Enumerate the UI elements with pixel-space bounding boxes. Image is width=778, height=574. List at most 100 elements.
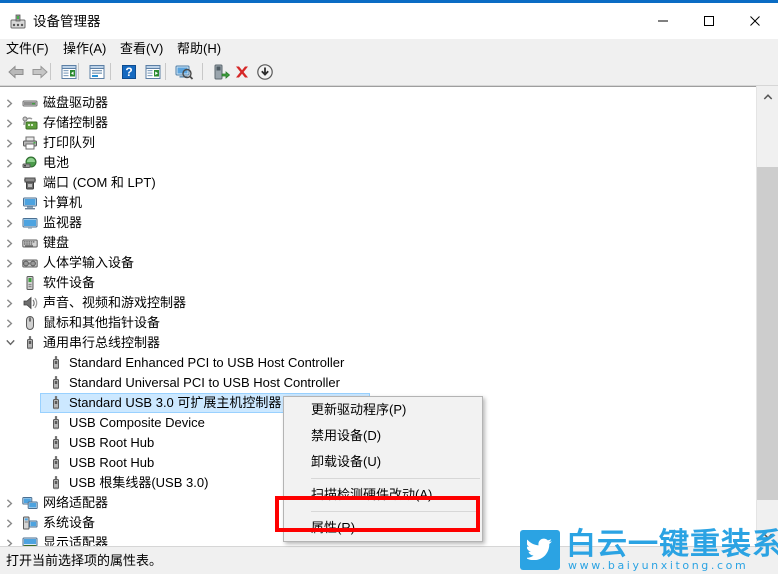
context-menu[interactable]: 更新驱动程序(P) 禁用设备(D) 卸载设备(U) 扫描检测硬件改动(A) 属性(R) <box>283 396 483 542</box>
menu-bar: 文件(F) 操作(A) 查看(V) 帮助(H) <box>0 39 778 59</box>
device-manager-window: 设备管理器 文件(F) 操作(A) 查看(V) 帮助(H) ? 磁盘驱动器 存储… <box>0 0 778 574</box>
window-title: 设备管理器 <box>33 14 101 29</box>
maximize-button[interactable] <box>686 6 732 36</box>
properties-button[interactable] <box>86 61 108 83</box>
usb-device-icon <box>48 455 64 471</box>
context-menu-item-1[interactable]: 禁用设备(D) <box>284 423 482 449</box>
port-icon <box>22 175 38 191</box>
menu-item-2[interactable]: 查看(V) <box>116 39 167 59</box>
scan-hardware-changes-button[interactable] <box>173 61 195 83</box>
tree-item-label: 软件设备 <box>43 275 96 290</box>
tree-item-label: 人体学输入设备 <box>43 255 135 270</box>
help-button[interactable]: ? <box>118 61 140 83</box>
disable-device-icon <box>257 64 273 80</box>
chevron-right-icon[interactable] <box>2 133 18 153</box>
scrollbar-thumb[interactable] <box>757 167 778 500</box>
context-menu-item-4[interactable]: 属性(R) <box>284 515 482 541</box>
chevron-right-icon[interactable] <box>2 193 18 213</box>
chevron-right-icon[interactable] <box>2 233 18 253</box>
minimize-button[interactable] <box>640 6 686 36</box>
tree-item-3[interactable]: 电池 <box>0 153 756 173</box>
scroll-up-button[interactable] <box>757 86 778 107</box>
action-menu-button[interactable] <box>142 61 164 83</box>
tree-item-label: 磁盘驱动器 <box>43 95 109 110</box>
chevron-right-icon[interactable] <box>2 493 18 513</box>
show-hide-console-tree-button[interactable] <box>58 61 80 83</box>
tree-item-label: USB Composite Device <box>69 415 205 430</box>
tree-item-11[interactable]: 鼠标和其他指针设备 <box>0 313 756 333</box>
chevron-right-icon[interactable] <box>2 173 18 193</box>
title-bar: 设备管理器 <box>0 3 778 39</box>
toolbar-separator <box>110 63 111 80</box>
chevron-right-icon[interactable] <box>2 113 18 133</box>
tree-item-5[interactable]: 计算机 <box>0 193 756 213</box>
tree-item-10[interactable]: 声音、视频和游戏控制器 <box>0 293 756 313</box>
chevron-right-icon[interactable] <box>2 213 18 233</box>
tree-item-0[interactable]: 磁盘驱动器 <box>0 93 756 113</box>
menu-item-3[interactable]: 帮助(H) <box>173 39 225 59</box>
tree-item-label: 存储控制器 <box>43 115 109 130</box>
chevron-right-icon[interactable] <box>2 533 18 546</box>
context-menu-item-0[interactable]: 更新驱动程序(P) <box>284 397 482 423</box>
mouse-icon <box>22 315 38 331</box>
tree-item-7[interactable]: 键盘 <box>0 233 756 253</box>
tree-item-8[interactable]: 人体学输入设备 <box>0 253 756 273</box>
tree-item-label: 通用串行总线控制器 <box>43 335 161 350</box>
context-menu-item-2[interactable]: 卸载设备(U) <box>284 449 482 475</box>
usb-device-icon <box>48 395 64 411</box>
tree-item-label: 系统设备 <box>43 515 96 530</box>
watermark-brand: 白云一键重装系统 <box>566 527 778 562</box>
update-driver-icon <box>214 64 231 80</box>
menu-item-0[interactable]: 文件(F) <box>2 39 53 59</box>
tree-item-label: 键盘 <box>43 235 70 250</box>
tree-item-13[interactable]: Standard Enhanced PCI to USB Host Contro… <box>0 353 756 373</box>
tree-item-label: 鼠标和其他指针设备 <box>43 315 161 330</box>
chevron-up-icon <box>763 93 772 100</box>
tree-item-12[interactable]: 通用串行总线控制器 <box>0 333 756 353</box>
tree-item-label: 电池 <box>43 155 70 170</box>
context-menu-item-3[interactable]: 扫描检测硬件改动(A) <box>284 482 482 508</box>
bird-logo-icon <box>525 538 553 565</box>
properties-icon <box>89 65 105 79</box>
scrollbar-track[interactable] <box>757 107 778 525</box>
tree-item-label: 网络适配器 <box>43 495 109 510</box>
chevron-right-icon[interactable] <box>2 313 18 333</box>
chevron-right-icon[interactable] <box>2 273 18 293</box>
tree-item-1[interactable]: 存储控制器 <box>0 113 756 133</box>
show-hide-console-tree-icon <box>61 65 77 79</box>
status-text: 打开当前选择项的属性表。 <box>6 553 163 568</box>
back-button[interactable] <box>5 61 27 83</box>
tree-item-label: Standard Enhanced PCI to USB Host Contro… <box>69 355 345 370</box>
chevron-right-icon[interactable] <box>2 293 18 313</box>
hid-icon <box>22 255 38 271</box>
uninstall-device-button[interactable] <box>231 61 253 83</box>
tree-item-2[interactable]: 打印队列 <box>0 133 756 153</box>
tree-item-4[interactable]: 端口 (COM 和 LPT) <box>0 173 756 193</box>
vertical-scrollbar[interactable] <box>756 86 778 546</box>
computer-icon <box>22 195 38 211</box>
menu-item-1[interactable]: 操作(A) <box>59 39 110 59</box>
chevron-right-icon[interactable] <box>2 513 18 533</box>
disable-device-button[interactable] <box>254 61 276 83</box>
close-icon <box>750 16 760 26</box>
action-menu-icon <box>145 65 161 79</box>
software-device-icon <box>22 275 38 291</box>
usb-device-icon <box>48 375 64 391</box>
tree-item-9[interactable]: 软件设备 <box>0 273 756 293</box>
toolbar-separator <box>202 63 203 80</box>
close-button[interactable] <box>732 6 778 36</box>
chevron-right-icon[interactable] <box>2 93 18 113</box>
disk-drive-icon <box>22 95 38 111</box>
update-driver-button[interactable] <box>210 61 232 83</box>
chevron-right-icon[interactable] <box>2 153 18 173</box>
tree-item-6[interactable]: 监视器 <box>0 213 756 233</box>
minimize-icon <box>658 20 668 22</box>
chevron-right-icon[interactable] <box>2 253 18 273</box>
usb-device-icon <box>48 415 64 431</box>
monitor-icon <box>22 215 38 231</box>
tree-item-14[interactable]: Standard Universal PCI to USB Host Contr… <box>0 373 756 393</box>
context-menu-separator <box>311 478 480 479</box>
toolbar-separator <box>165 63 166 80</box>
forward-button[interactable] <box>29 61 51 83</box>
chevron-down-icon[interactable] <box>2 333 18 353</box>
